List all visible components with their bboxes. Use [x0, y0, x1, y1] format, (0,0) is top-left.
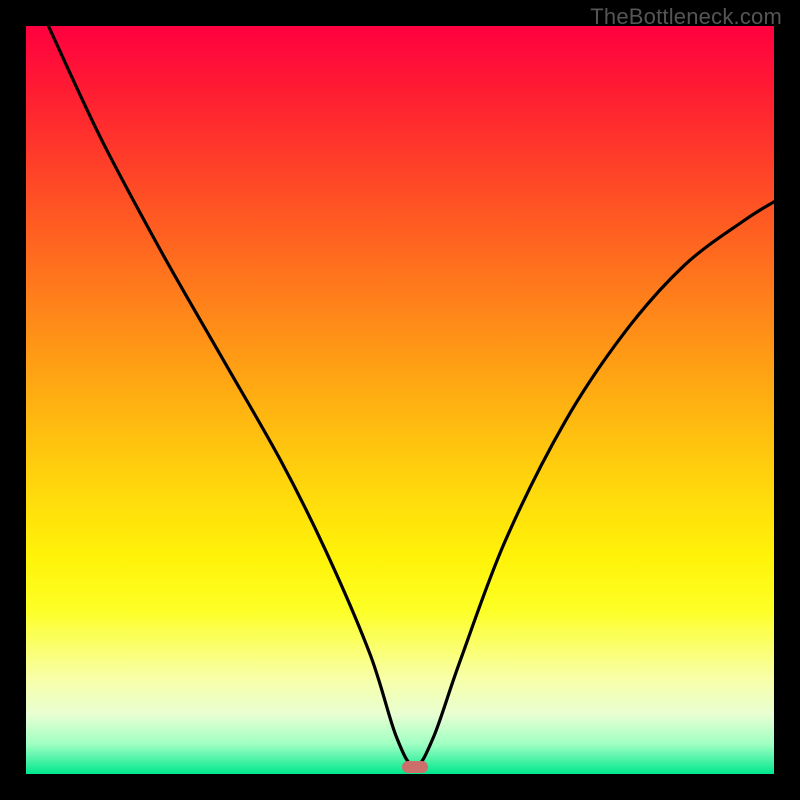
min-marker	[402, 761, 428, 773]
bottleneck-curve-path	[48, 26, 774, 767]
chart-container: TheBottleneck.com	[0, 0, 800, 800]
curve-svg	[26, 26, 774, 774]
watermark-text: TheBottleneck.com	[590, 4, 782, 30]
plot-area	[26, 26, 774, 774]
